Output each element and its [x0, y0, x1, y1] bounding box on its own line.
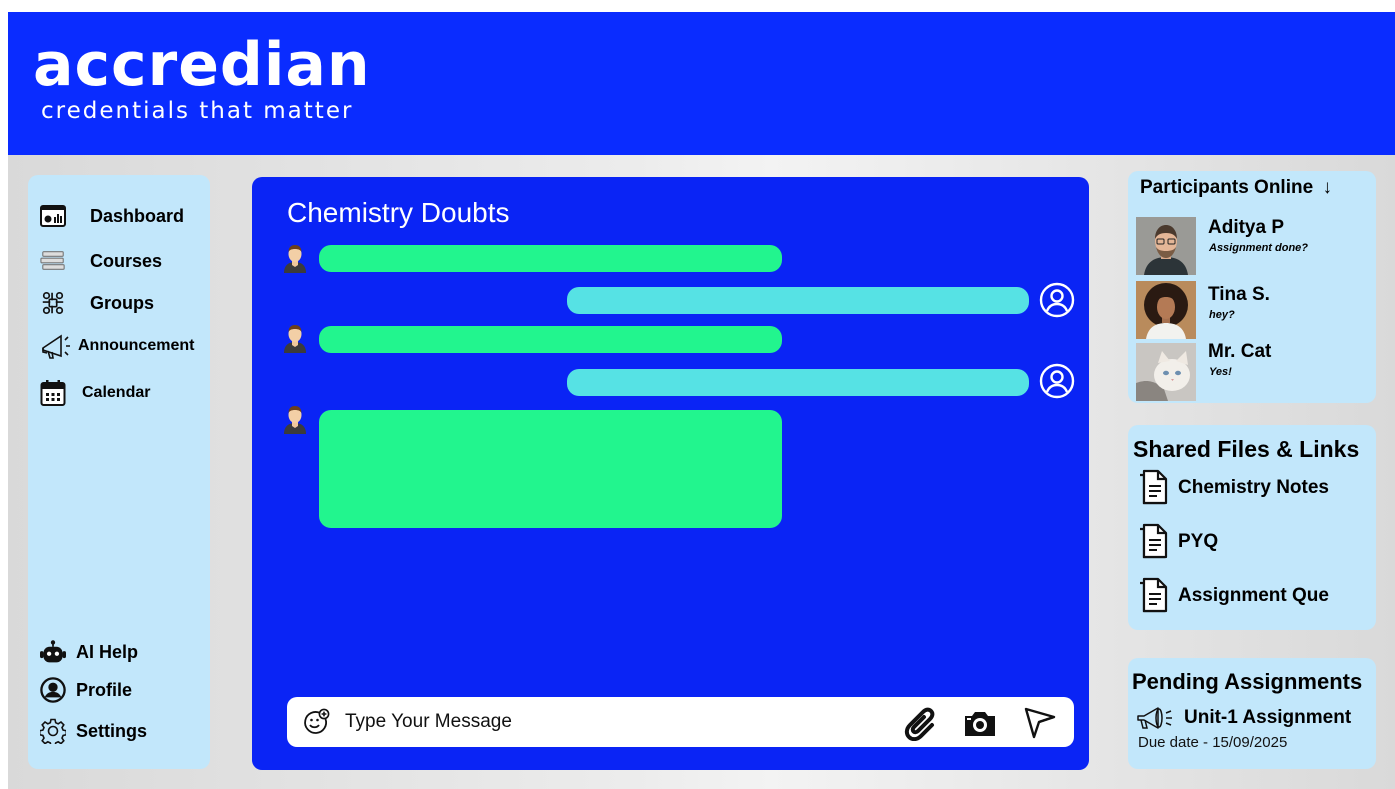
- shared-file-label: Chemistry Notes: [1178, 477, 1329, 498]
- send-icon[interactable]: [1022, 705, 1058, 741]
- megaphone-icon: [40, 333, 74, 359]
- gear-icon: [40, 718, 66, 744]
- message-input[interactable]: [345, 706, 885, 738]
- user-avatar-icon: [284, 406, 306, 434]
- shared-file-label: PYQ: [1178, 531, 1219, 552]
- participant-last-message: Assignment done?: [1209, 242, 1309, 254]
- message-bubble-incoming[interactable]: [319, 245, 782, 272]
- self-avatar-icon: [1039, 363, 1075, 399]
- participant-photo: [1136, 343, 1196, 401]
- shared-file-label: Assignment Que: [1178, 585, 1329, 606]
- message-composer: [287, 697, 1074, 747]
- sidebar-item-profile[interactable]: Profile: [40, 677, 132, 703]
- user-avatar-icon: [284, 245, 306, 273]
- participants-title[interactable]: Participants Online ↓: [1140, 177, 1332, 199]
- emoji-add-icon[interactable]: [302, 708, 330, 736]
- chat-title: Chemistry Doubts: [287, 197, 510, 228]
- message-bubble-outgoing[interactable]: [567, 287, 1029, 314]
- sidebar-item-label: Groups: [90, 292, 155, 313]
- participant-last-message: hey?: [1209, 309, 1235, 321]
- participant-item[interactable]: Aditya P Assignment done?: [1136, 217, 1376, 277]
- document-icon: [1140, 469, 1168, 505]
- brand-logo[interactable]: accredian credentials that matter: [33, 30, 371, 124]
- sidebar-item-groups[interactable]: Groups: [40, 290, 154, 316]
- sidebar-item-label: Dashboard: [90, 205, 185, 226]
- sidebar-item-dashboard[interactable]: Dashboard: [40, 203, 184, 229]
- calendar-icon: [40, 380, 66, 406]
- shared-file-item[interactable]: Assignment Que: [1136, 577, 1329, 615]
- sidebar-item-label: Courses: [90, 250, 163, 271]
- sidebar-item-label: Profile: [76, 679, 133, 700]
- sidebar-item-calendar[interactable]: Calendar: [40, 380, 150, 406]
- arrow-down-icon: ↓: [1322, 177, 1332, 198]
- pending-assignments-panel: Pending Assignments Unit-1 Assignment Du…: [1128, 658, 1376, 769]
- user-avatar-icon: [284, 325, 306, 353]
- pending-assignment-label: Unit-1 Assignment: [1184, 707, 1352, 728]
- robot-icon: [40, 639, 66, 665]
- sidebar-item-settings[interactable]: Settings: [40, 718, 147, 744]
- brand-tagline: credentials that matter: [41, 98, 354, 124]
- sidebar-item-label: AI Help: [76, 641, 139, 662]
- sidebar-item-label: Calendar: [82, 384, 151, 401]
- books-icon: [40, 248, 66, 274]
- group-icon: [40, 290, 66, 316]
- participant-photo: [1136, 217, 1196, 275]
- document-icon: [1140, 523, 1168, 559]
- brand-name: accredian: [33, 30, 371, 100]
- megaphone-icon: [1137, 707, 1172, 729]
- message-bubble-outgoing[interactable]: [567, 369, 1029, 396]
- shared-files-title: Shared Files & Links: [1133, 436, 1360, 462]
- shared-file-item[interactable]: Chemistry Notes: [1136, 469, 1329, 507]
- participants-panel: Participants Online ↓ Aditya P Assignmen…: [1128, 171, 1376, 403]
- sidebar-item-announcement[interactable]: Announcement: [40, 333, 194, 359]
- chat-panel: Chemistry Doubts: [252, 177, 1089, 770]
- participant-item[interactable]: Tina S. hey?: [1136, 281, 1376, 341]
- participant-item[interactable]: Mr. Cat Yes!: [1136, 341, 1376, 403]
- document-icon: [1140, 577, 1168, 613]
- dashboard-icon: [40, 203, 66, 229]
- pending-due-date: Due date - 15/09/2025: [1138, 734, 1288, 751]
- sidebar-item-ai-help[interactable]: AI Help: [40, 639, 138, 665]
- message-bubble-incoming[interactable]: [319, 326, 782, 353]
- participant-name: Aditya P: [1208, 217, 1285, 238]
- pending-title: Pending Assignments: [1132, 669, 1363, 694]
- participant-name: Mr. Cat: [1208, 341, 1272, 362]
- sidebar-item-label: Settings: [76, 720, 148, 741]
- shared-file-item[interactable]: PYQ: [1136, 523, 1218, 561]
- participant-photo: [1136, 281, 1196, 339]
- participant-name: Tina S.: [1208, 284, 1270, 305]
- sidebar: Dashboard Courses Groups Announcement Ca…: [28, 175, 210, 769]
- header-bar: accredian credentials that matter: [8, 12, 1395, 155]
- self-avatar-icon: [1039, 282, 1075, 318]
- sidebar-item-label: Announcement: [78, 337, 195, 354]
- camera-icon[interactable]: [962, 705, 998, 741]
- profile-icon: [40, 677, 66, 703]
- message-bubble-incoming[interactable]: [319, 410, 782, 528]
- sidebar-item-courses[interactable]: Courses: [40, 248, 162, 274]
- attach-icon[interactable]: [904, 705, 940, 741]
- pending-assignment-item[interactable]: Unit-1 Assignment: [1136, 706, 1351, 730]
- shared-files-panel: Shared Files & Links Chemistry Notes PYQ…: [1128, 425, 1376, 630]
- participant-last-message: Yes!: [1209, 366, 1232, 378]
